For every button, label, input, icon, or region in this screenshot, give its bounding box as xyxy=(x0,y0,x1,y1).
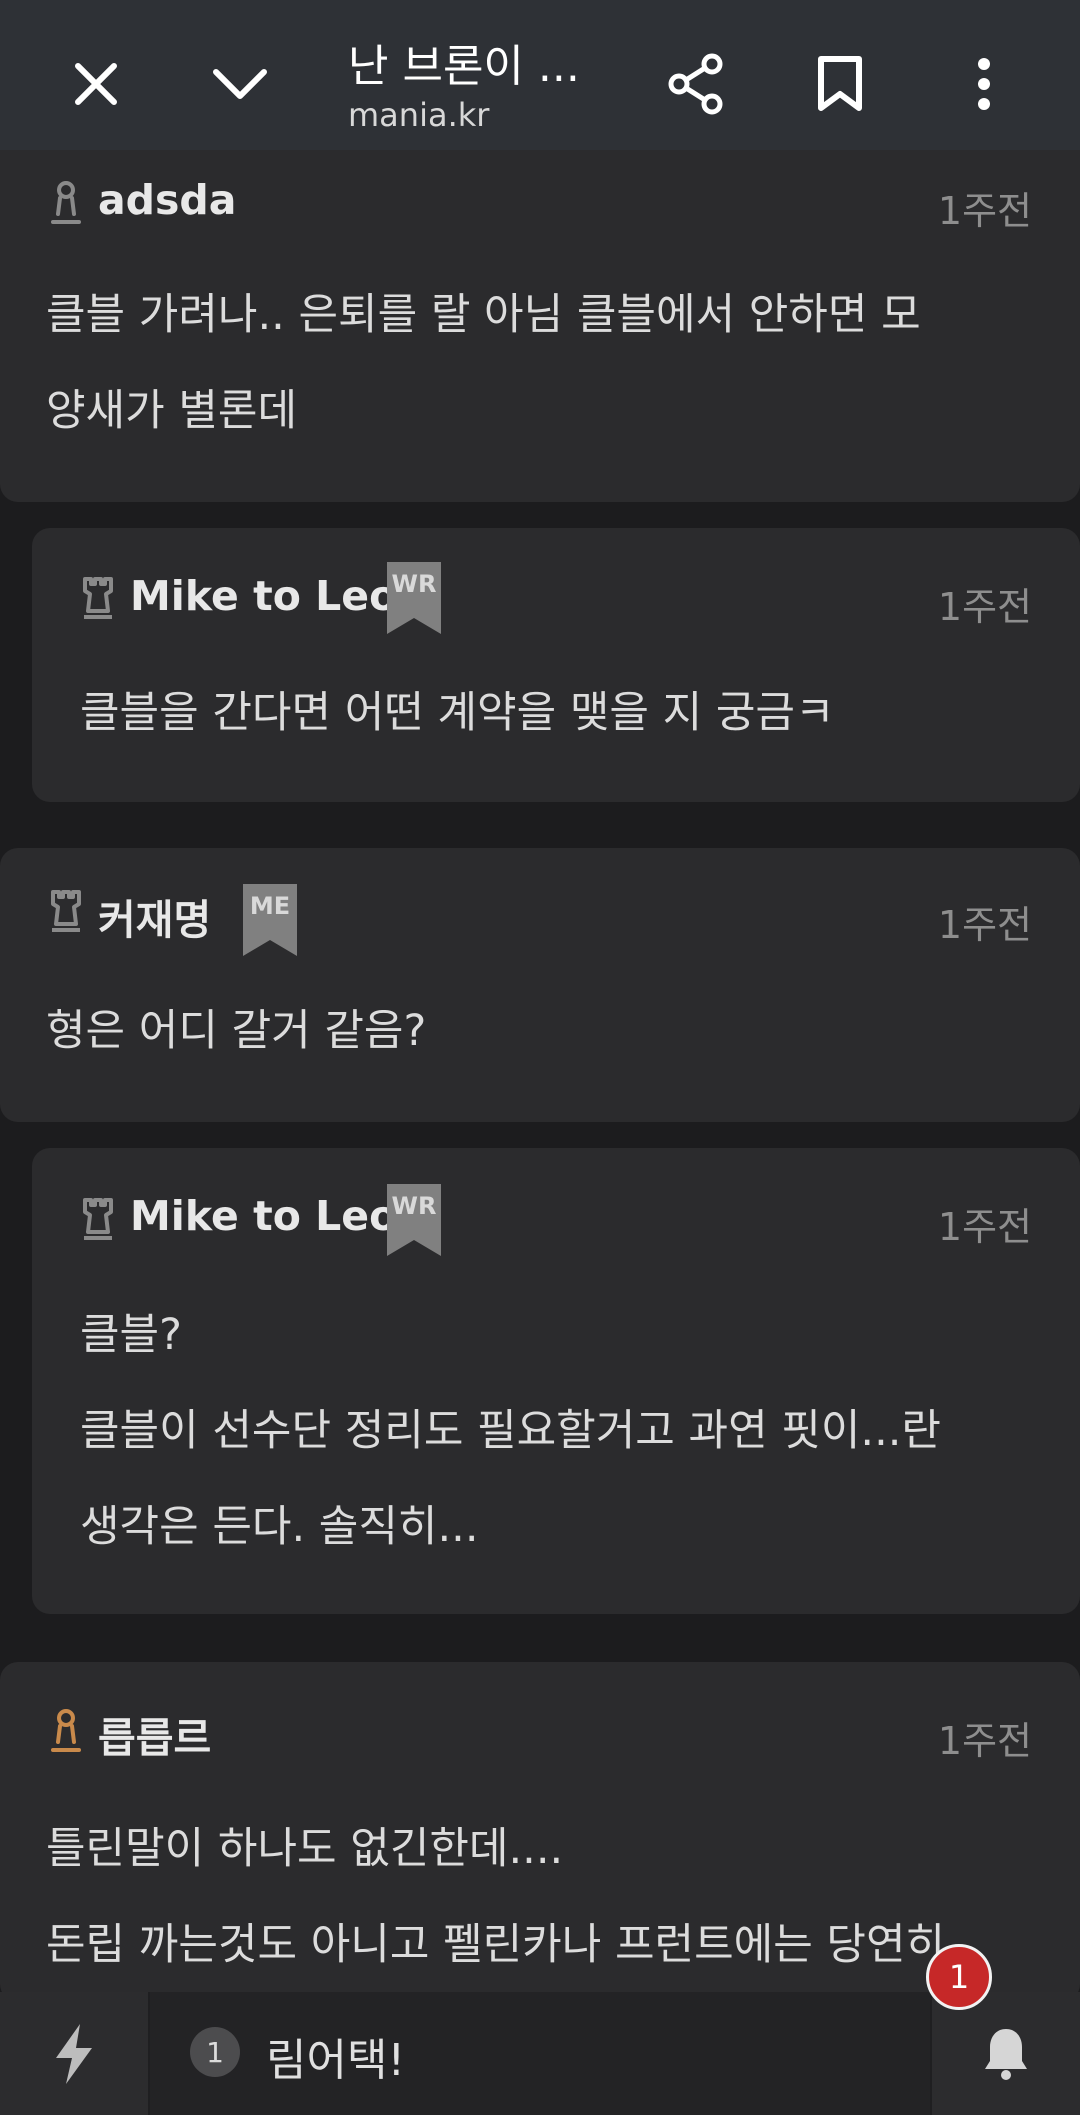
lightning-icon xyxy=(56,2023,92,2084)
reply-card xyxy=(32,528,1080,802)
rook-rank-icon xyxy=(48,888,84,934)
notification-badge: 1 xyxy=(926,1944,992,2010)
top-app-bar: 난 브론이 ... mania.kr xyxy=(0,0,1080,170)
comment-text: 돈립 까는것도 아니고 펠린카나 프런트에는 당연히 xyxy=(46,1920,946,1970)
bottom-bar xyxy=(0,1992,1080,2115)
comment-author[interactable]: adsda xyxy=(98,176,236,224)
comment-author[interactable]: 커재명 xyxy=(98,886,211,946)
comment-time: 1주전 xyxy=(937,903,1032,947)
bell-icon xyxy=(985,2028,1027,2080)
comment-author[interactable]: 릅릅르 xyxy=(98,1704,211,1764)
comment-time: 1주전 xyxy=(937,189,1032,233)
rook-rank-icon xyxy=(80,1196,116,1242)
comment-time: 1주전 xyxy=(937,1205,1032,1249)
comment-time: 1주전 xyxy=(937,1719,1032,1763)
comment-author[interactable]: Mike to Leo xyxy=(130,572,397,620)
chevron-down-icon[interactable] xyxy=(200,44,280,124)
writer-badge: WR xyxy=(387,562,441,634)
comment-text: 클블 가려나.. 은퇴를 랄 아님 클블에서 안하면 모 xyxy=(46,290,921,340)
rook-rank-icon xyxy=(80,575,116,621)
comment-text: 클블을 간다면 어떤 계약을 맺을 지 궁금ㅋ xyxy=(80,688,835,738)
comment-text: 클블이 선수단 정리도 필요할거고 과연 핏이...란 xyxy=(80,1406,941,1456)
lightning-button[interactable] xyxy=(0,1992,148,2115)
bottom-bar-label[interactable]: 림어택! xyxy=(266,2024,405,2088)
writer-badge: WR xyxy=(387,1184,441,1256)
me-badge: ME xyxy=(243,884,297,956)
comment-text: 생각은 든다. 솔직히... xyxy=(80,1502,479,1552)
comment-text: 클블? xyxy=(80,1310,182,1360)
page-url: mania.kr xyxy=(348,96,490,134)
bookmark-icon[interactable] xyxy=(800,44,880,124)
comment-text: 형은 어디 갈거 같음? xyxy=(46,1006,427,1056)
count-badge: 1 xyxy=(190,2027,240,2077)
comment-text: 양새가 별론데 xyxy=(46,386,298,436)
more-vert-icon[interactable] xyxy=(944,44,1024,124)
pawn-rank-icon xyxy=(48,180,84,226)
comment-time: 1주전 xyxy=(937,585,1032,629)
page-title: 난 브론이 ... xyxy=(348,41,580,92)
share-icon[interactable] xyxy=(656,44,736,124)
close-icon[interactable] xyxy=(56,44,136,124)
comment-text: 틀린말이 하나도 없긴한데.... xyxy=(46,1824,564,1874)
notification-button[interactable] xyxy=(932,1992,1080,2115)
comment-author[interactable]: Mike to Leo xyxy=(130,1192,397,1240)
pawn-rank-icon xyxy=(48,1708,84,1754)
